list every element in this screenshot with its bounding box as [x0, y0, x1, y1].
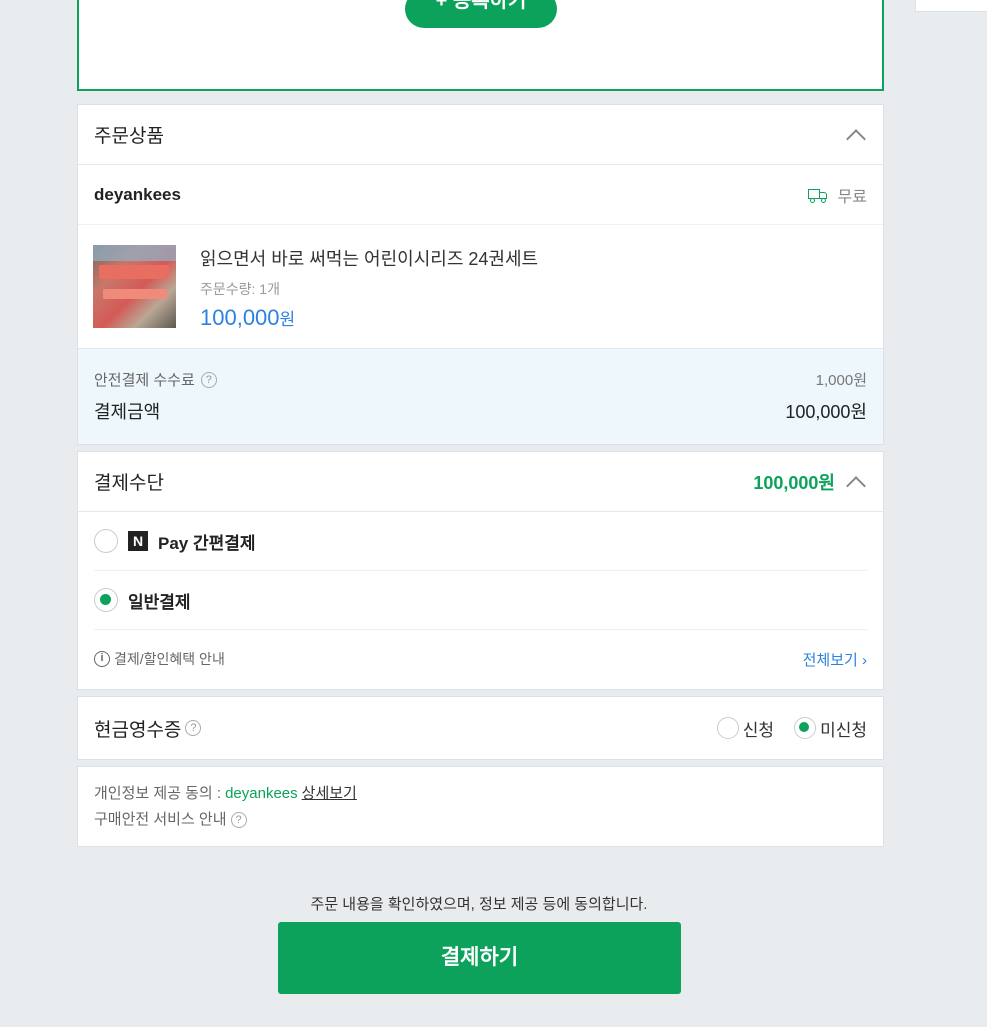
cash-receipt-title: 현금영수증	[94, 719, 182, 741]
shipping-info: 무료	[807, 183, 867, 207]
payment-info-row: i 결제/할인혜택 안내 전체보기 ›	[94, 630, 867, 688]
payment-header[interactable]: 결제수단 100,000원	[78, 452, 883, 512]
total-value: 100,000원	[785, 402, 867, 422]
seller-name: deyankees	[94, 184, 181, 204]
agreement-card: 개인정보 제공 동의 : deyankees 상세보기 구매안전 서비스 안내 …	[77, 766, 884, 847]
question-icon[interactable]: ?	[185, 720, 202, 736]
payment-method-card: 결제수단 100,000원 N Pay 간편결제 일반결제 i 결제/할인혜택 …	[77, 451, 884, 690]
naver-pay-icon: N	[128, 531, 148, 551]
chevron-up-icon[interactable]	[846, 128, 866, 149]
info-icon: i	[94, 651, 110, 667]
order-header[interactable]: 주문상품	[78, 105, 883, 165]
privacy-seller: deyankees	[225, 785, 298, 802]
side-card	[915, 0, 987, 12]
cash-receipt-no-apply-option[interactable]: 미신청	[794, 716, 867, 741]
order-product-card: 주문상품 deyankees 무료 읽으면서 바로 써먹는 어린이시리즈 24권…	[77, 104, 884, 445]
order-title: 주문상품	[94, 126, 164, 147]
npay-radio[interactable]	[94, 529, 118, 553]
register-button[interactable]: + 등록하기	[405, 0, 557, 28]
payment-option-npay[interactable]: N Pay 간편결제	[94, 512, 867, 571]
apply-radio[interactable]	[716, 717, 739, 739]
question-icon[interactable]: ?	[200, 371, 217, 388]
product-thumbnail	[93, 245, 176, 328]
pay-button[interactable]: 결제하기	[278, 922, 681, 994]
product-quantity: 주문수량: 1개	[200, 281, 280, 297]
total-label: 결제금액	[94, 402, 161, 422]
no-apply-label: 미신청	[820, 720, 867, 740]
payment-option-general[interactable]: 일반결제	[94, 571, 867, 630]
question-icon[interactable]: ?	[230, 812, 247, 828]
product-row: 읽으면서 바로 써먹는 어린이시리즈 24권세트 주문수량: 1개 100,00…	[78, 225, 883, 349]
npay-label: Pay 간편결제	[158, 533, 256, 553]
payment-title: 결제수단	[94, 473, 164, 494]
shipping-fee: 무료	[837, 188, 867, 206]
address-box: + 등록하기	[77, 0, 884, 91]
safe-service-info: 구매안전 서비스 안내 ?	[94, 807, 867, 833]
confirm-text: 주문 내용을 확인하였으며, 정보 제공 등에 동의합니다.	[310, 896, 648, 913]
apply-label: 신청	[742, 720, 775, 740]
payment-amount: 100,000원	[753, 472, 835, 493]
cash-receipt-apply-option[interactable]: 신청	[716, 716, 775, 741]
seller-row: deyankees 무료	[78, 165, 883, 225]
privacy-detail-link[interactable]: 상세보기	[302, 781, 357, 807]
truck-icon	[807, 188, 828, 203]
cash-receipt-card: 현금영수증 ? 신청 미신청	[77, 696, 884, 760]
no-apply-radio[interactable]	[794, 717, 817, 739]
fee-value: 1,000원	[815, 372, 867, 389]
payment-info-label: 결제/할인혜택 안내	[114, 651, 225, 667]
chevron-up-icon[interactable]	[846, 475, 866, 496]
general-payment-radio[interactable]	[94, 588, 118, 612]
fee-label: 안전결제 수수료 ?	[94, 369, 217, 390]
general-payment-label: 일반결제	[128, 592, 191, 612]
privacy-consent: 개인정보 제공 동의 : deyankees 상세보기	[94, 781, 867, 807]
product-price: 100,000원	[200, 305, 296, 330]
view-all-link[interactable]: 전체보기 ›	[803, 649, 867, 670]
product-name: 읽으면서 바로 써먹는 어린이시리즈 24권세트	[200, 249, 539, 269]
fee-summary: 안전결제 수수료 ? 1,000원 결제금액 100,000원	[78, 348, 883, 444]
